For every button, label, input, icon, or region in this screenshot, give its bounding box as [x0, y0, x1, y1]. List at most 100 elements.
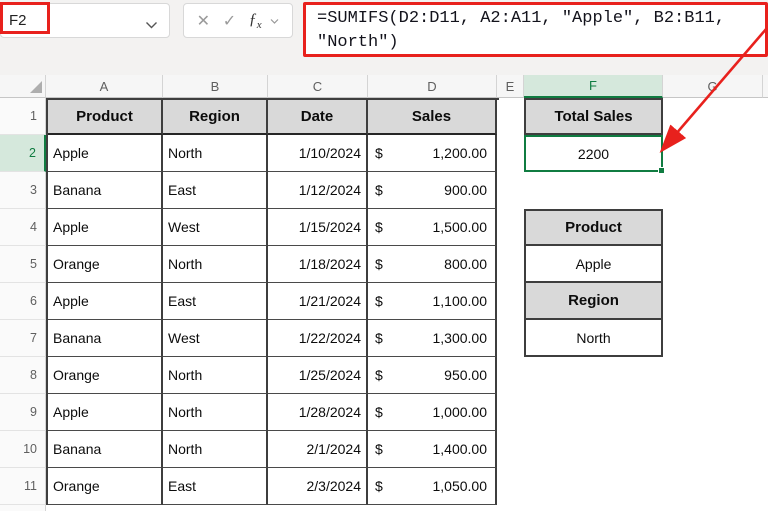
cell-date[interactable]: 1/15/2024 — [268, 209, 368, 246]
row-header-7[interactable]: 7 — [0, 320, 46, 357]
fill-handle[interactable] — [658, 167, 665, 174]
table-row: Banana West 1/22/2024 $1,300.00 — [48, 320, 499, 357]
criteria-region-header-cell[interactable]: Region — [524, 283, 663, 320]
cell-date[interactable]: 2/1/2024 — [268, 431, 368, 468]
row-header-8[interactable]: 8 — [0, 357, 46, 394]
excel-sumifs-screenshot: F2 ✕ ✓ ƒx =SUMIFS(D2:D11, A2:A11, "Apple… — [0, 0, 768, 511]
currency-symbol: $ — [375, 293, 383, 309]
table-row: Orange East 2/3/2024 $1,050.00 — [48, 468, 499, 505]
name-box[interactable]: F2 — [0, 3, 170, 38]
currency-symbol: $ — [375, 219, 383, 235]
cell-product[interactable]: Apple — [48, 135, 163, 172]
formula-input[interactable]: =SUMIFS(D2:D11, A2:A11, "Apple", B2:B11,… — [303, 2, 768, 57]
table-row: Apple North 1/28/2024 $1,000.00 — [48, 394, 499, 431]
cell-sales[interactable]: $950.00 — [368, 357, 497, 394]
header-cell-sales[interactable]: Sales — [368, 100, 497, 135]
cell-region[interactable]: East — [163, 468, 268, 505]
cell-product[interactable]: Apple — [48, 283, 163, 320]
cell-sales[interactable]: $1,200.00 — [368, 135, 497, 172]
column-header-b[interactable]: B — [163, 75, 268, 98]
name-box-value: F2 — [9, 12, 27, 29]
cell-date[interactable]: 1/28/2024 — [268, 394, 368, 431]
enter-icon[interactable]: ✓ — [223, 11, 236, 31]
column-header-g[interactable]: G — [663, 75, 763, 98]
selected-cell-f2[interactable]: 2200 — [524, 135, 663, 172]
cell-region[interactable]: North — [163, 357, 268, 394]
column-header-d[interactable]: D — [368, 75, 497, 98]
cell-date[interactable]: 1/25/2024 — [268, 357, 368, 394]
criteria-product-value-cell[interactable]: Apple — [524, 246, 663, 283]
cell-product[interactable]: Apple — [48, 394, 163, 431]
row-header-4[interactable]: 4 — [0, 209, 46, 246]
insert-function-icon[interactable]: ƒx — [249, 11, 262, 31]
currency-symbol: $ — [375, 441, 383, 457]
currency-symbol: $ — [375, 256, 383, 272]
cell-sales[interactable]: $1,100.00 — [368, 283, 497, 320]
cell-product[interactable]: Orange — [48, 357, 163, 394]
cell-region[interactable]: North — [163, 394, 268, 431]
cell-date[interactable]: 1/22/2024 — [268, 320, 368, 357]
cell-product[interactable]: Banana — [48, 320, 163, 357]
cell-product[interactable]: Banana — [48, 172, 163, 209]
sales-data-table: Product Region Date Sales Apple North 1/… — [46, 98, 499, 505]
cell-sales[interactable]: $1,400.00 — [368, 431, 497, 468]
cell-region[interactable]: North — [163, 135, 268, 172]
cell-region[interactable]: West — [163, 209, 268, 246]
cell-product[interactable]: Apple — [48, 209, 163, 246]
cell-sales[interactable]: $1,300.00 — [368, 320, 497, 357]
sales-amount: 900.00 — [444, 182, 487, 198]
total-sales-header-cell[interactable]: Total Sales — [524, 98, 663, 135]
table-row: Apple East 1/21/2024 $1,100.00 — [48, 283, 499, 320]
row-header-5[interactable]: 5 — [0, 246, 46, 283]
currency-symbol: $ — [375, 478, 383, 494]
column-header-a[interactable]: A — [46, 75, 163, 98]
table-row: Orange North 1/25/2024 $950.00 — [48, 357, 499, 394]
cell-date[interactable]: 1/21/2024 — [268, 283, 368, 320]
column-header-c[interactable]: C — [268, 75, 368, 98]
cell-product[interactable]: Orange — [48, 246, 163, 283]
column-header-f-selected[interactable]: F — [524, 75, 663, 98]
row-header-9[interactable]: 9 — [0, 394, 46, 431]
currency-symbol: $ — [375, 145, 383, 161]
table-row: Banana East 1/12/2024 $900.00 — [48, 172, 499, 209]
select-all-corner[interactable] — [0, 75, 46, 98]
cell-product[interactable]: Orange — [48, 468, 163, 505]
column-header-e[interactable]: E — [497, 75, 524, 98]
total-sales-value: 2200 — [578, 146, 609, 162]
row-header-6[interactable]: 6 — [0, 283, 46, 320]
cell-sales[interactable]: $800.00 — [368, 246, 497, 283]
currency-symbol: $ — [375, 404, 383, 420]
chevron-down-icon[interactable] — [145, 17, 158, 34]
cell-date[interactable]: 2/3/2024 — [268, 468, 368, 505]
row-header-1[interactable]: 1 — [0, 98, 46, 135]
header-cell-product[interactable]: Product — [48, 100, 163, 135]
cell-sales[interactable]: $900.00 — [368, 172, 497, 209]
cell-date[interactable]: 1/10/2024 — [268, 135, 368, 172]
header-cell-date[interactable]: Date — [268, 100, 368, 135]
cell-region[interactable]: East — [163, 172, 268, 209]
cell-region[interactable]: West — [163, 320, 268, 357]
cell-region[interactable]: North — [163, 431, 268, 468]
criteria-region-value-cell[interactable]: North — [524, 320, 663, 357]
table-header-row: Product Region Date Sales — [48, 100, 499, 135]
cell-sales[interactable]: $1,500.00 — [368, 209, 497, 246]
cell-date[interactable]: 1/18/2024 — [268, 246, 368, 283]
cell-date[interactable]: 1/12/2024 — [268, 172, 368, 209]
row-header-2-selected[interactable]: 2 — [0, 135, 46, 172]
header-cell-region[interactable]: Region — [163, 100, 268, 135]
fx-chevron-down-icon[interactable] — [270, 12, 279, 30]
currency-symbol: $ — [375, 330, 383, 346]
cell-region[interactable]: East — [163, 283, 268, 320]
cell-product[interactable]: Banana — [48, 431, 163, 468]
cell-sales[interactable]: $1,050.00 — [368, 468, 497, 505]
cell-region[interactable]: North — [163, 246, 268, 283]
row-header-3[interactable]: 3 — [0, 172, 46, 209]
fx-x: x — [257, 19, 262, 31]
row-header-10[interactable]: 10 — [0, 431, 46, 468]
sales-amount: 1,200.00 — [433, 145, 488, 161]
criteria-product-header-cell[interactable]: Product — [524, 209, 663, 246]
cancel-icon[interactable]: ✕ — [197, 11, 210, 31]
row-header-12-partial — [0, 505, 46, 511]
cell-sales[interactable]: $1,000.00 — [368, 394, 497, 431]
row-header-11[interactable]: 11 — [0, 468, 46, 505]
